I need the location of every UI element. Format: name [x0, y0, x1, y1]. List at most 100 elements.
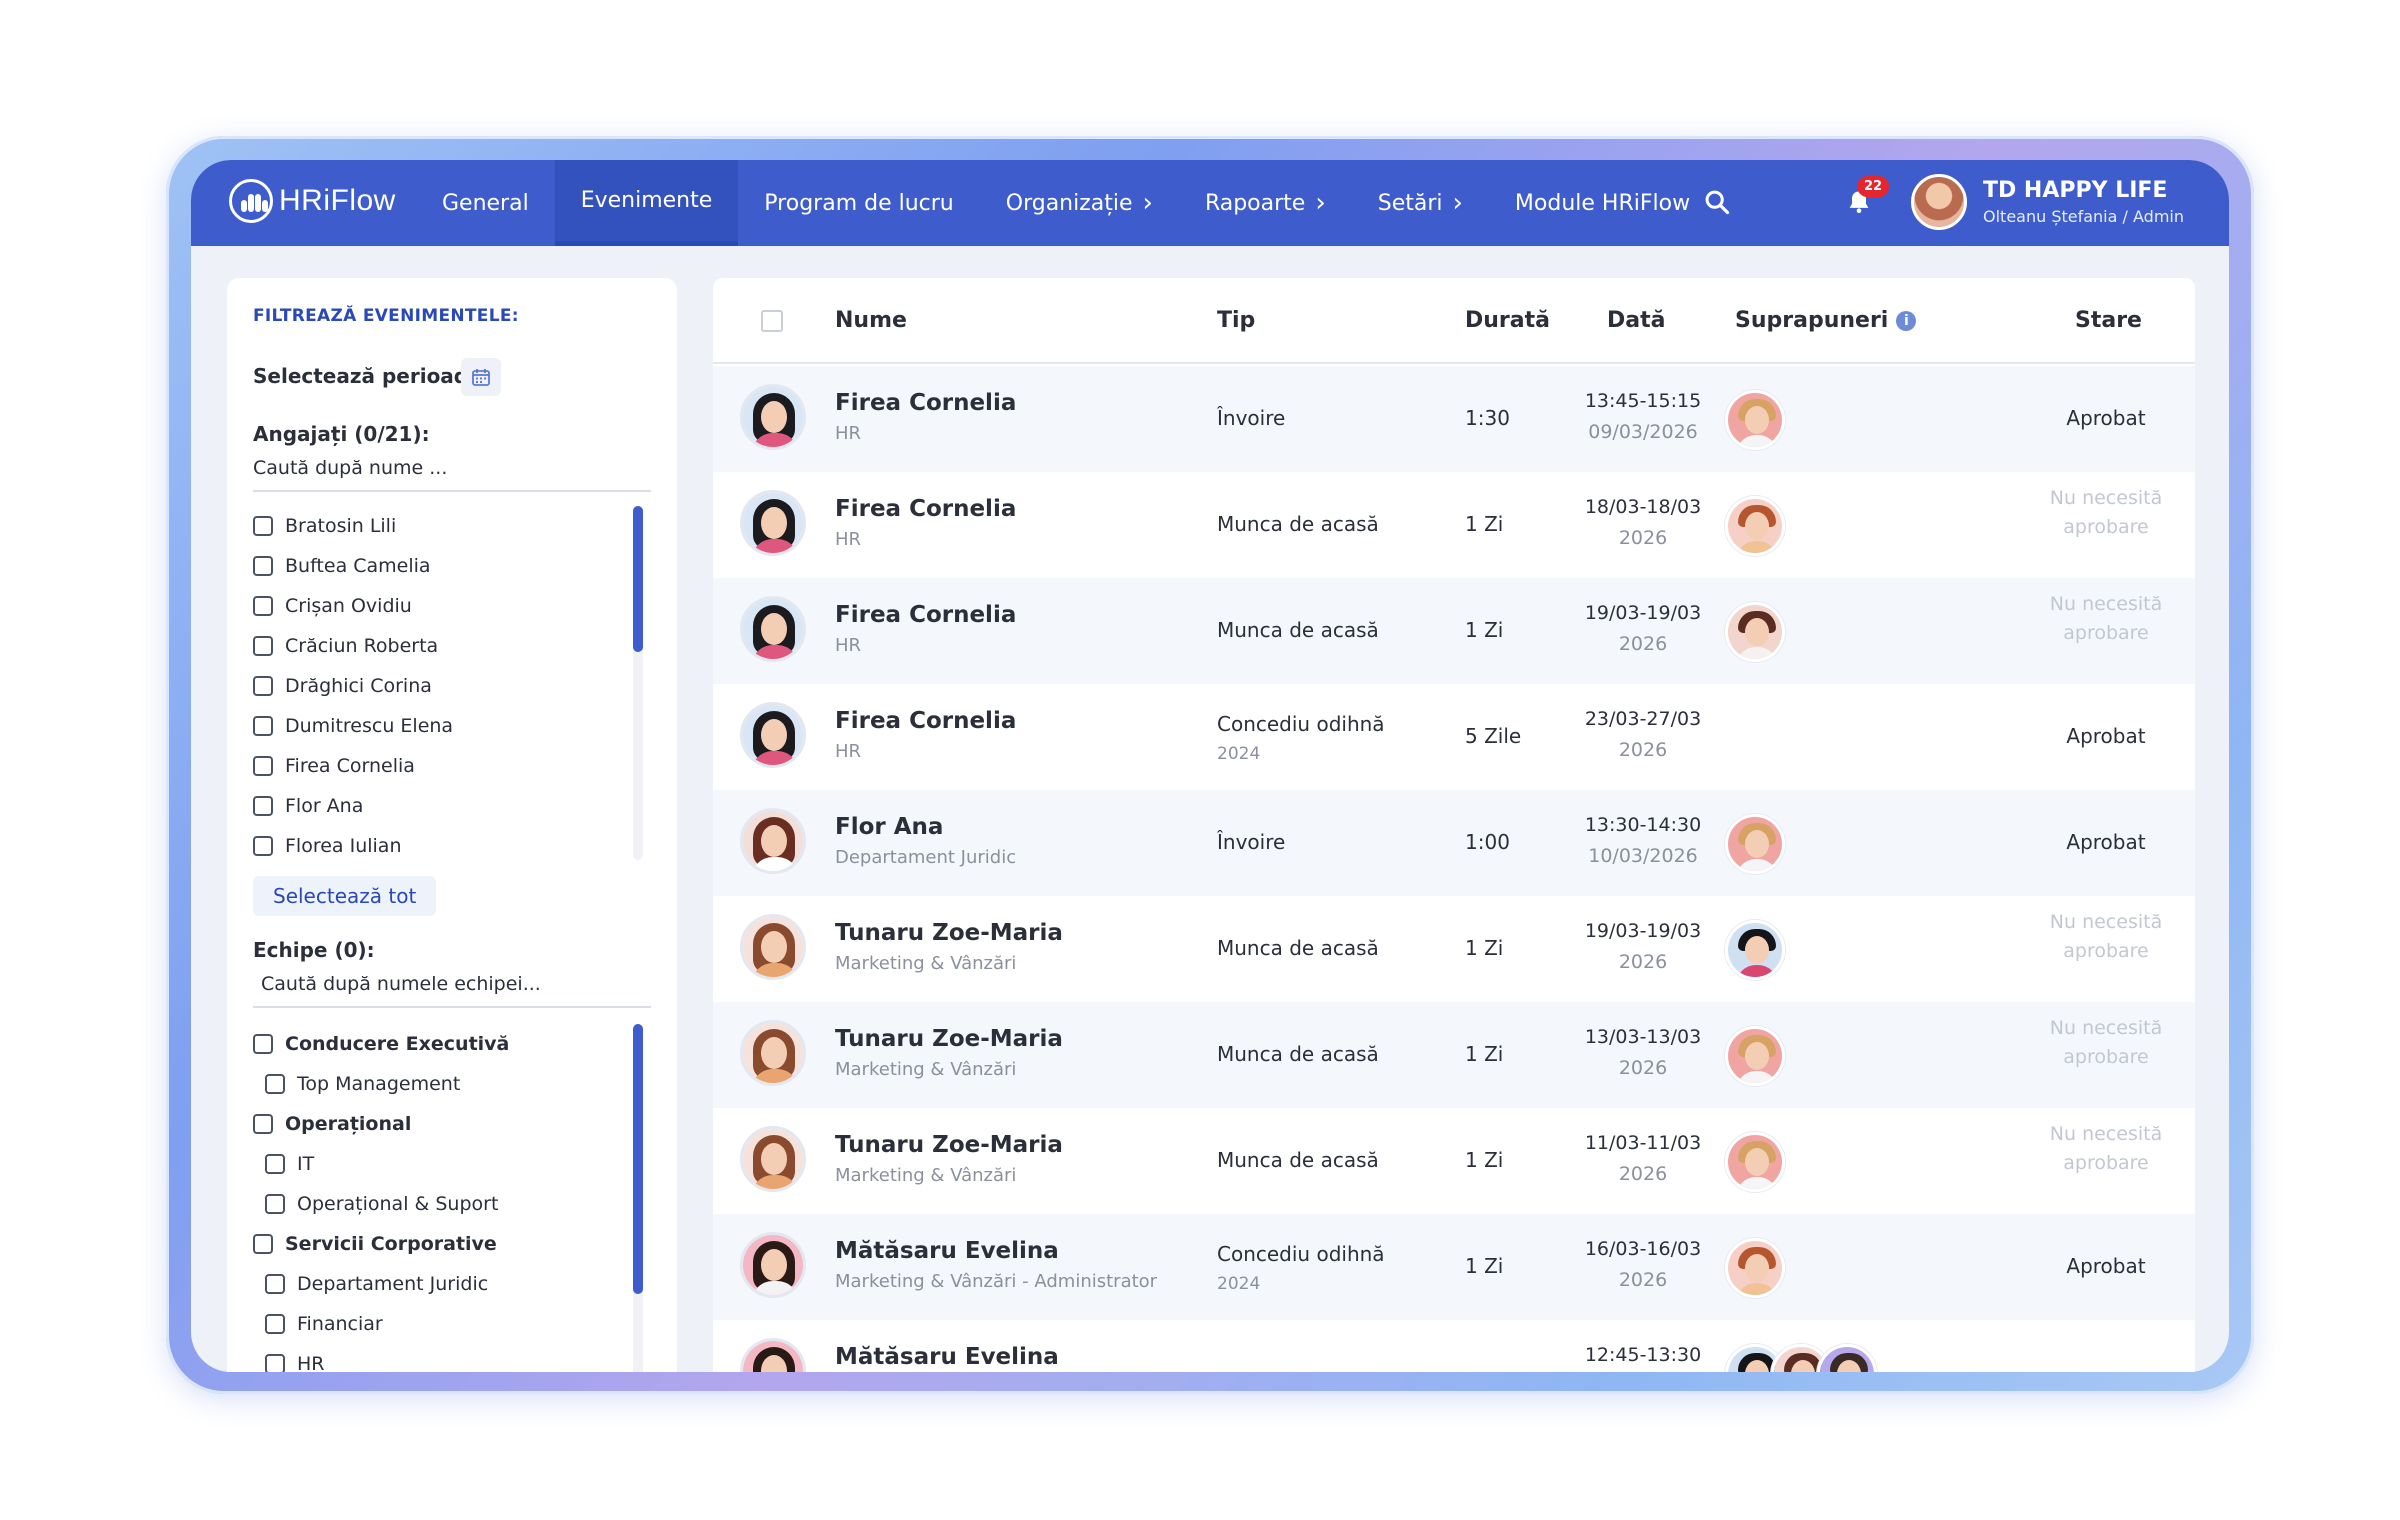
overlap-avatar[interactable] [1725, 1238, 1785, 1298]
checkbox[interactable] [265, 1194, 285, 1214]
table-row[interactable]: Tunaru Zoe-Maria Marketing & Vânzări Munca… [713, 1108, 2195, 1215]
table-row[interactable]: Firea Cornelia HR Munca de acasă 1 Zi 19/03-… [713, 578, 2195, 685]
event-type: Munca de acasă [1217, 512, 1379, 536]
checkbox[interactable] [253, 596, 273, 616]
table-row[interactable]: Tunaru Zoe-Maria Marketing & Vânzări Munca… [713, 896, 2195, 1003]
employee-item[interactable]: Drăghici Corina [253, 666, 651, 706]
app-logo[interactable]: HRiFlow [229, 178, 396, 224]
employee-search-input[interactable] [253, 446, 651, 492]
calendar-icon[interactable] [461, 358, 501, 396]
employee-item[interactable]: Buftea Camelia [253, 546, 651, 586]
team-item[interactable]: HR [253, 1344, 651, 1372]
checkbox[interactable] [253, 556, 273, 576]
employee-name[interactable]: Firea Cornelia [835, 708, 1016, 734]
employee-avatar [740, 914, 806, 980]
header-overlaps-label[interactable]: Suprapuneri [1735, 308, 1888, 333]
team-item[interactable]: Departament Juridic [253, 1264, 651, 1304]
employee-item[interactable]: Dumitrescu Elena [253, 706, 651, 746]
checkbox[interactable] [253, 1114, 273, 1134]
nav-item-set-ri[interactable]: Setări › [1352, 160, 1489, 246]
header-type[interactable]: Tip [1217, 308, 1255, 333]
checkbox[interactable] [265, 1074, 285, 1094]
employees-label: Angajați (0/21): [253, 422, 430, 446]
employee-item[interactable]: Crișan Ovidiu [253, 586, 651, 626]
employee-item[interactable]: Flor Ana [253, 786, 651, 826]
checkbox[interactable] [265, 1314, 285, 1334]
nav-item-organiza-ie[interactable]: Organizație › [980, 160, 1179, 246]
checkbox[interactable] [253, 836, 273, 856]
employee-name: Florea Iulian [285, 835, 402, 857]
header-status[interactable]: Stare [2075, 308, 2142, 333]
team-item[interactable]: IT [253, 1144, 651, 1184]
team-group-item[interactable]: Conducere Executivă [253, 1024, 651, 1064]
table-row[interactable]: Firea Cornelia HR Învoire 1:30 13:45-15:15 09… [713, 366, 2195, 473]
table-row[interactable]: Firea Cornelia HR Munca de acasă 1 Zi 18/03-… [713, 472, 2195, 579]
header-date[interactable]: Dată [1607, 308, 1665, 333]
employee-name[interactable]: Tunaru Zoe-Maria [835, 920, 1063, 946]
scrollbar-thumb[interactable] [633, 1024, 643, 1294]
employee-name[interactable]: Firea Cornelia [835, 602, 1016, 628]
employee-item[interactable]: Florea Iulian [253, 826, 651, 860]
employee-name[interactable]: Tunaru Zoe-Maria [835, 1026, 1063, 1052]
team-search-input[interactable] [253, 962, 651, 1008]
nav-item-rapoarte[interactable]: Rapoarte › [1179, 160, 1352, 246]
user-avatar[interactable] [1911, 174, 1967, 230]
employee-item[interactable]: Crăciun Roberta [253, 626, 651, 666]
table-row[interactable]: Firea Cornelia HR Concediu odihnă 2024 5 Zil… [713, 684, 2195, 791]
employee-name[interactable]: Firea Cornelia [835, 390, 1016, 416]
employee-name[interactable]: Flor Ana [835, 814, 943, 840]
table-row[interactable]: Mătăsaru Evelina 12:45-13:30 [713, 1320, 2195, 1372]
team-item[interactable]: Operațional & Suport [253, 1184, 651, 1224]
checkbox[interactable] [265, 1154, 285, 1174]
employee-item[interactable]: Firea Cornelia [253, 746, 651, 786]
info-icon[interactable]: i [1896, 311, 1917, 331]
nav-item-evenimente[interactable]: Evenimente [554, 160, 739, 246]
overlap-avatar[interactable] [1817, 1344, 1877, 1372]
nav-item-program-de-lucru[interactable]: Program de lucru [738, 160, 979, 246]
overlap-avatar[interactable] [1725, 1132, 1785, 1192]
overlap-avatar[interactable] [1725, 390, 1785, 450]
nav-item-general[interactable]: General [416, 160, 555, 246]
header-name[interactable]: Nume [835, 308, 907, 333]
table-row[interactable]: Tunaru Zoe-Maria Marketing & Vânzări Munca… [713, 1002, 2195, 1109]
employee-name[interactable]: Mătăsaru Evelina [835, 1238, 1059, 1264]
checkbox[interactable] [253, 1234, 273, 1254]
team-item[interactable]: Top Management [253, 1064, 651, 1104]
team-group-item[interactable]: Operațional [253, 1104, 651, 1144]
nav-item-module-hriflow[interactable]: Module HRiFlow [1489, 160, 1716, 246]
employee-name[interactable]: Mătăsaru Evelina [835, 1344, 1059, 1370]
event-type: Munca de acasă [1217, 618, 1379, 642]
employee-scrollbar[interactable] [633, 506, 643, 860]
employee-name[interactable]: Tunaru Zoe-Maria [835, 1132, 1063, 1158]
header-duration[interactable]: Durată [1465, 308, 1550, 333]
scrollbar-thumb[interactable] [633, 506, 643, 652]
team-item[interactable]: Financiar [253, 1304, 651, 1344]
employee-item[interactable]: Bratosin Lili [253, 506, 651, 546]
filter-title: FILTREAZĂ EVENIMENTELE: [253, 306, 519, 326]
table-row[interactable]: Flor Ana Departament Juridic Învoire 1:00 13… [713, 790, 2195, 897]
checkbox[interactable] [253, 516, 273, 536]
checkbox[interactable] [253, 756, 273, 776]
select-all-checkbox[interactable] [761, 310, 783, 332]
table-row[interactable]: Mătăsaru Evelina Marketing & Vânzări - Ad… [713, 1214, 2195, 1321]
checkbox[interactable] [265, 1274, 285, 1294]
checkbox[interactable] [253, 796, 273, 816]
checkbox[interactable] [253, 636, 273, 656]
checkbox[interactable] [253, 676, 273, 696]
checkbox[interactable] [253, 1034, 273, 1054]
overlap-avatar[interactable] [1725, 496, 1785, 556]
select-all-button[interactable]: Selectează tot [253, 876, 437, 916]
team-group-item[interactable]: Servicii Corporative [253, 1224, 651, 1264]
app-name: HRiFlow [279, 184, 396, 217]
overlap-avatar[interactable] [1725, 814, 1785, 874]
employee-department: Marketing & Vânzări [835, 1165, 1017, 1186]
overlap-avatar[interactable] [1725, 920, 1785, 980]
event-duration: 1:00 [1465, 830, 1510, 854]
team-scrollbar[interactable] [633, 1024, 643, 1372]
employee-name[interactable]: Firea Cornelia [835, 496, 1016, 522]
overlap-avatar[interactable] [1725, 1026, 1785, 1086]
checkbox[interactable] [265, 1354, 285, 1372]
search-icon[interactable] [1703, 188, 1733, 218]
overlap-avatar[interactable] [1725, 602, 1785, 662]
checkbox[interactable] [253, 716, 273, 736]
